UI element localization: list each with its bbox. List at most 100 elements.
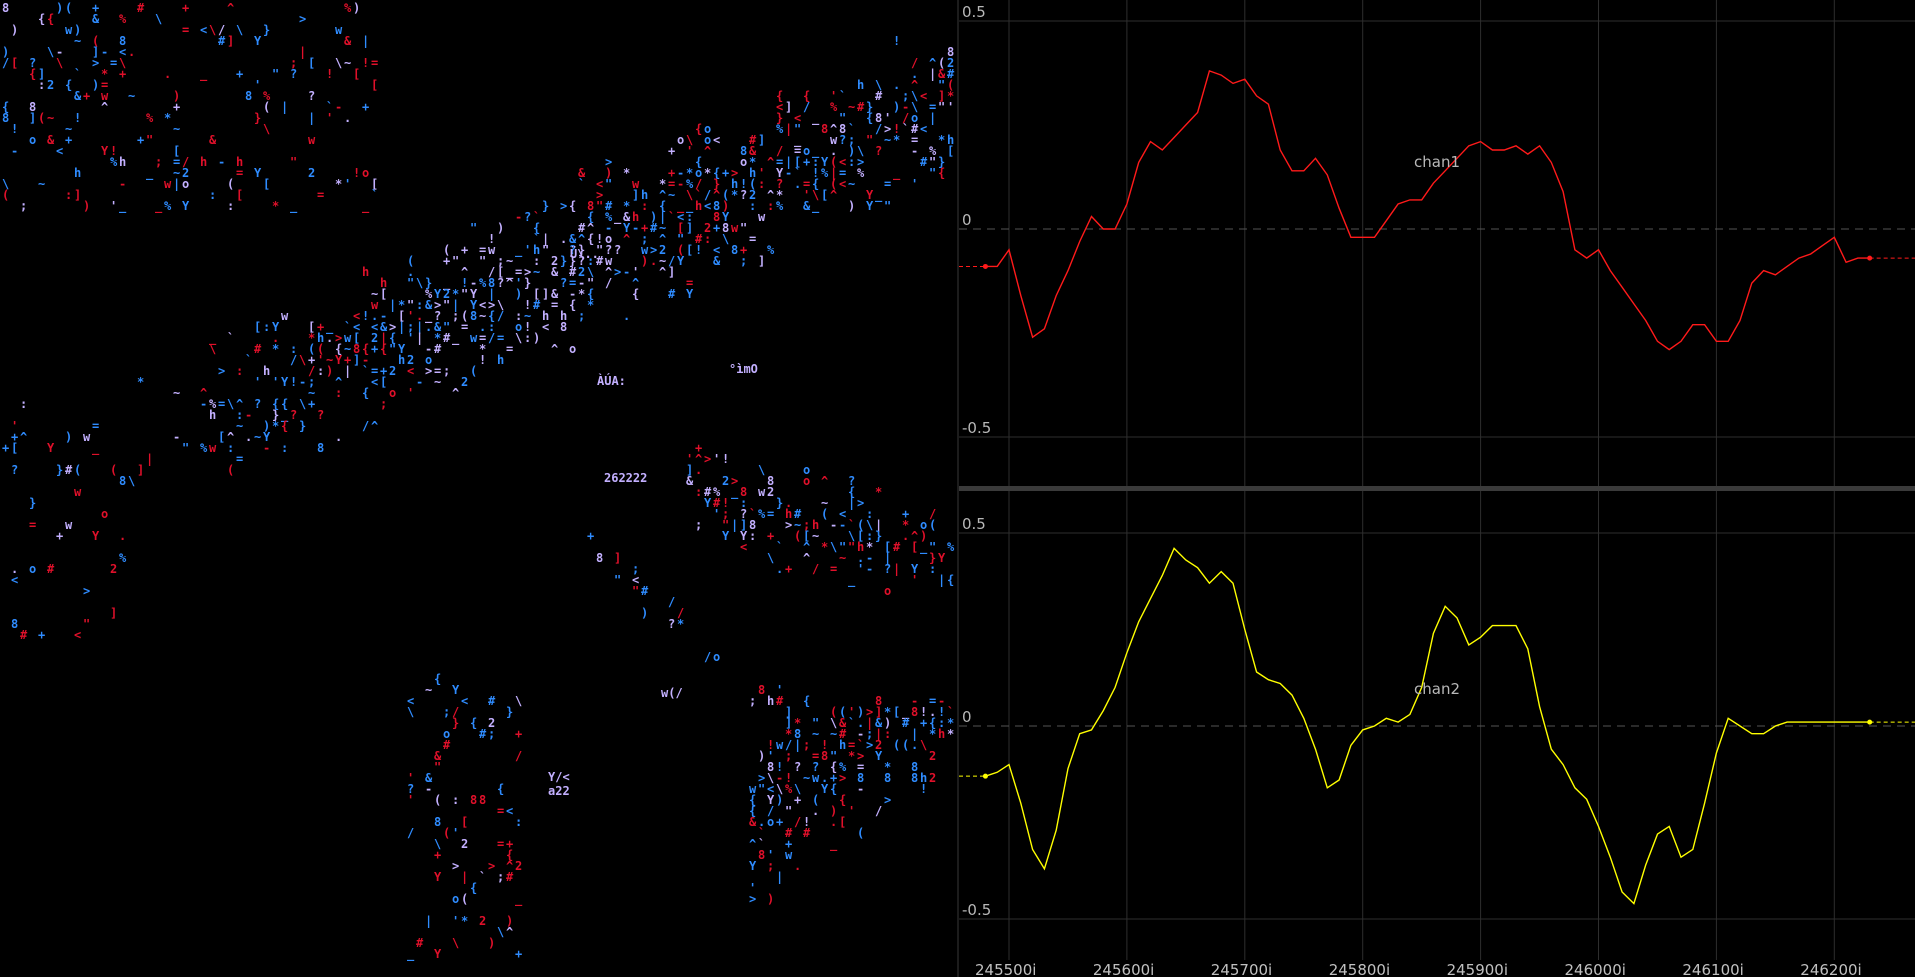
waveform-panel[interactable]: 0.5 0 -0.5 0.5 0 -0.5 245500i 245600i 245700i 2… [959, 0, 1915, 977]
ascii-glyph: # [443, 331, 451, 345]
ascii-glyph: ~ [128, 89, 135, 103]
ascii-glyph: ' [407, 386, 414, 400]
ascii-glyph: = [497, 804, 504, 818]
ascii-glyph: 8 [317, 441, 324, 455]
ascii-glyph: # [641, 584, 649, 598]
ascii-glyph: | [776, 870, 783, 884]
ascii-glyph: < [56, 144, 63, 158]
ascii-glyph: ' [272, 375, 279, 389]
ascii-glyph: - [866, 562, 873, 576]
ascii-glyph: > [218, 364, 225, 378]
ascii-glyph: + [587, 529, 594, 543]
ascii-glyph: 2 [929, 749, 936, 763]
ascii-glyph: | [785, 122, 792, 136]
ascii-glyph: = [830, 562, 837, 576]
ascii-glyph: " [632, 584, 639, 598]
chan2-plot[interactable]: 0.5 0 -0.5 [959, 490, 1915, 960]
ascii-glyph: > [884, 793, 891, 807]
ascii-glyph: > [749, 892, 756, 906]
ascii-glyph: [ [821, 188, 828, 202]
ascii-glyph: w [281, 309, 289, 323]
ascii-glyph: ^ [623, 232, 630, 246]
x-tick-label: 245700i [1211, 961, 1272, 977]
ascii-glyph: Y [101, 144, 109, 158]
ascii-glyph: o [677, 133, 684, 147]
ascii-glyph: ! [74, 111, 81, 125]
ascii-glyph: | [425, 914, 432, 928]
ascii-glyph: w [758, 210, 766, 224]
ascii-glyph: ? [740, 188, 747, 202]
ascii-glyph: > [83, 584, 90, 598]
ascii-glyph: w [164, 177, 172, 191]
ascii-glyph: { [281, 419, 288, 433]
ascii-glyph: + [56, 529, 63, 543]
ascii-glyph: ' [686, 144, 693, 158]
ascii-glyph: { [569, 298, 576, 312]
ascii-glyph: / [812, 562, 819, 576]
plot-divider[interactable] [959, 486, 1915, 491]
ascii-glyph: ] [758, 254, 765, 268]
ascii-glyph: ? [839, 133, 846, 147]
ascii-glyph: Y [866, 199, 874, 213]
ascii-label-fragment: ÀÚA: [597, 373, 626, 388]
ascii-glyph: = [110, 56, 117, 70]
ascii-glyph: ^ [803, 551, 810, 565]
ascii-glyph: \ [416, 276, 423, 290]
ascii-glyph: { [470, 881, 477, 895]
ascii-glyph: w [785, 848, 793, 862]
ascii-glyph: Y [686, 287, 694, 301]
ascii-label-fragment: °ìmO [729, 362, 758, 376]
ascii-glyph: ' [911, 177, 918, 191]
ascii-glyph: + [776, 815, 783, 829]
ascii-glyph: ( [470, 364, 477, 378]
ascii-glyph: * [875, 485, 882, 499]
ascii-glyph: ] [137, 463, 144, 477]
ascii-glyph: [ [380, 287, 387, 301]
ascii-label-fragment: Y/< [548, 770, 570, 784]
ascii-glyph: % [776, 122, 784, 136]
ascii-glyph: : [749, 529, 756, 543]
ascii-glyph: 8 [758, 683, 765, 697]
ascii-glyph: 8 [11, 617, 18, 631]
ascii-glyph: ` [227, 331, 234, 345]
ascii-glyph: % [146, 111, 154, 125]
ascii-glyph: - [101, 45, 108, 59]
ascii-glyph: w [758, 485, 766, 499]
ascii-glyph: _ [92, 441, 100, 456]
ascii-glyph: + [65, 133, 72, 147]
ascii-glyph: ^ [830, 188, 837, 202]
ascii-viewport[interactable]: 8)(+ # + ^%){{&% \ >) w) = < \ / \} w ~(8 #] Y & |!) \ -] - <… [0, 0, 957, 977]
ascii-glyph: \ [407, 705, 414, 719]
ascii-glyph: # [434, 342, 442, 356]
ascii-glyph: } [452, 716, 459, 730]
ascii-glyph: ' [857, 562, 864, 576]
ascii-glyph: _ [812, 199, 820, 214]
ascii-glyph: ~ [236, 419, 243, 433]
ascii-glyph: / [497, 309, 504, 323]
ascii-glyph: \ [263, 122, 270, 136]
ascii-glyph: ' [713, 452, 720, 466]
ascii-glyph: < [371, 375, 378, 389]
ascii-glyph: ( [74, 463, 81, 477]
ascii-glyph: ' [326, 111, 333, 125]
ascii-glyph: | [344, 364, 351, 378]
ascii-glyph: h [263, 364, 270, 378]
ascii-glyph: ] [29, 111, 36, 125]
ascii-glyph: - [677, 177, 684, 191]
ascii-glyph: 2 [110, 562, 117, 576]
ascii-glyph: h [767, 694, 774, 708]
ascii-glyph: + [119, 67, 126, 81]
ascii-glyph: + [920, 716, 927, 730]
ascii-glyph: ! [479, 353, 486, 367]
ascii-glyph: # [803, 826, 811, 840]
ascii-glyph: 2 [389, 364, 396, 378]
ascii-glyph: o [713, 650, 720, 664]
ascii-glyph: 8 [245, 89, 252, 103]
ascii-glyph: > [92, 56, 99, 70]
ascii-glyph: = [749, 232, 756, 246]
ascii-glyph: " [83, 617, 90, 631]
ascii-glyph: [ [236, 188, 243, 202]
ascii-glyph: + [443, 254, 450, 268]
ascii-glyph: " [479, 254, 486, 268]
chan1-plot[interactable]: 0.5 0 -0.5 [959, 0, 1915, 487]
